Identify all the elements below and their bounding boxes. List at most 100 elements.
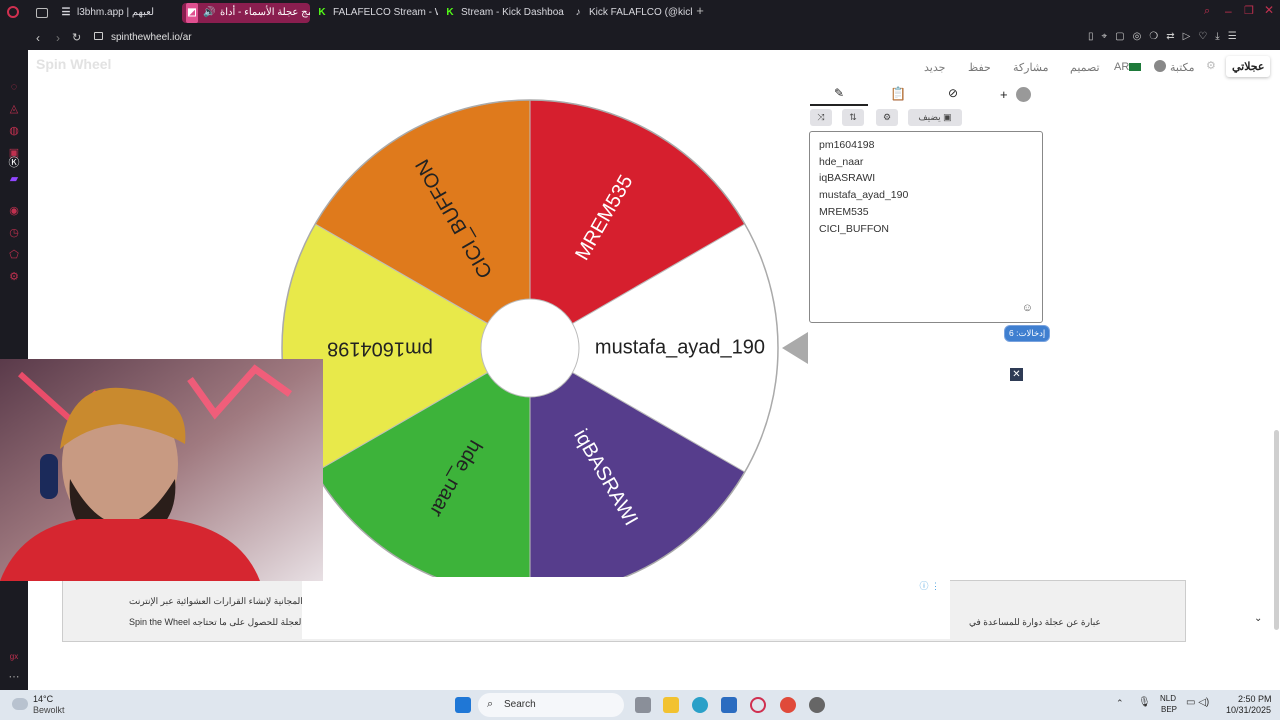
site-logo[interactable]: Spin Wheel [36, 56, 111, 72]
entry-line: iqBASRAWI [819, 172, 876, 185]
tab-kick-tiktok[interactable]: ♪Kick FALAFLCO (@kick_fa [568, 3, 693, 23]
scroll-down-icon[interactable]: ⌄ [1254, 613, 1262, 624]
shuffle-button[interactable]: ⤨ [810, 109, 832, 126]
new-wheel-link[interactable]: جديد [924, 61, 945, 74]
wheel-segment-label: mustafa_ayad_190 [595, 336, 765, 358]
tab-falafelco-stream[interactable]: K FALAFELCO Stream - Wa [312, 3, 438, 23]
address-bar: ‹ › ↻ spinthewheel.io/ar ▯⌖▢◎❍⇄▷♡⤓☰ [0, 26, 1280, 50]
history-icon[interactable]: ◷ [7, 226, 21, 240]
entry-line: hde_naar [819, 155, 864, 168]
edit-tab-icon[interactable]: ✎ [810, 86, 868, 106]
workspaces-icon[interactable] [36, 8, 48, 18]
microphone-icon[interactable]: 🎙 [1138, 697, 1151, 708]
edge-icon[interactable] [692, 697, 708, 713]
weather-temperature[interactable]: 14°C [33, 694, 53, 704]
wheel-pointer [782, 332, 808, 364]
page-scrollbar[interactable] [1274, 430, 1279, 630]
file-explorer-icon[interactable] [663, 697, 679, 713]
share-link[interactable]: مشاركة [1013, 61, 1049, 74]
settings-icon[interactable]: ⚙ [7, 270, 21, 284]
results-tab-icon[interactable]: 📋 [890, 86, 906, 102]
gx-icon[interactable]: gx [7, 650, 21, 664]
toolbar-icons[interactable]: ▯⌖▢◎❍⇄▷♡⤓☰ [1088, 31, 1245, 42]
wheel-center-hub[interactable] [480, 298, 580, 398]
windows-taskbar: 14°C Bewolkt ⌕ Search ⌃ 🎙 NLD BEP ▭ ◁) 2… [0, 690, 1280, 720]
tray-chevron-icon[interactable]: ⌃ [1116, 698, 1124, 709]
search-tabs-icon[interactable]: ⌕ [1204, 5, 1210, 18]
entry-line: pm1604198 [819, 139, 875, 151]
kick-icon: K [318, 7, 326, 18]
clock-time[interactable]: 2:50 PM [1238, 694, 1272, 704]
save-link[interactable]: حفظ [968, 61, 991, 74]
footer-line-3: عبارة عن عجلة دوارة للمساعدة في [969, 617, 1101, 627]
start-button-icon[interactable] [455, 697, 471, 713]
design-link[interactable]: تصميم [1070, 61, 1100, 74]
site-favicon-icon: ◩ [186, 3, 198, 23]
sort-button[interactable]: ⇅ [842, 109, 864, 126]
forward-icon[interactable]: › [56, 31, 60, 45]
tab-kick-dashboard[interactable]: K Stream - Kick Dashboard [440, 3, 564, 23]
entries-textarea[interactable]: pm1604198 hde_naar iqBASRAWI mustafa_aya… [809, 131, 1043, 323]
add-wheel-button[interactable]: + [1000, 87, 1008, 102]
tiktok-icon: ♪ [575, 7, 581, 18]
tab-spinthewheel[interactable]: ◩🔊برنامج عجلة الأسماء - أداة [182, 3, 310, 23]
twitch-icon[interactable]: ▰ [7, 172, 21, 186]
close-window-button[interactable]: ✕ [1264, 3, 1274, 17]
library-avatar-icon [1154, 60, 1166, 72]
back-icon[interactable]: ‹ [36, 31, 40, 45]
crypto-wallet-icon[interactable]: ◬ [7, 102, 21, 116]
task-view-icon[interactable] [635, 697, 651, 713]
entries-count-badge: إدخالات: 6 [1004, 325, 1051, 342]
streamer-webcam-image [0, 359, 323, 581]
app-icon[interactable] [809, 697, 825, 713]
messenger-icon[interactable]: ◍ [7, 124, 21, 138]
webcam-overlay [0, 359, 323, 581]
spin-wheel[interactable]: mustafa_ayad_190iqBASRAWIhde_naarpm16041… [250, 68, 810, 628]
tab-bar: ☰l3bhm.app | لعبهم ◩🔊برنامج عجلة الأسماء… [0, 0, 1280, 26]
search-icon: ⌕ [487, 698, 494, 710]
emoji-icon[interactable]: ☺ [1022, 302, 1033, 314]
flag-icon [1129, 63, 1141, 71]
chrome-icon[interactable] [780, 697, 796, 713]
new-tab-button[interactable]: + [694, 4, 706, 17]
player-icon[interactable]: ◉ [7, 204, 21, 218]
entry-line: MREM535 [819, 205, 869, 218]
speaker-icon[interactable]: 🔊 [203, 3, 215, 23]
kick-sidebar-icon[interactable]: Ⓚ [7, 156, 21, 170]
language-top[interactable]: NLD [1160, 694, 1176, 703]
reload-icon[interactable]: ↻ [72, 31, 81, 44]
weather-condition[interactable]: Bewolkt [33, 705, 65, 715]
add-image-button[interactable]: يضيف ▣ [908, 109, 962, 126]
pinboard-icon[interactable]: ⬠ [7, 248, 21, 262]
close-ad-button[interactable]: ✕ [1010, 368, 1023, 381]
entry-line: CICI_BUFFON [819, 222, 890, 235]
maximize-button[interactable]: ❐ [1244, 4, 1254, 17]
more-icon[interactable]: ⋯ [7, 670, 21, 684]
advanced-settings-button[interactable]: ⚙ [876, 109, 898, 126]
kick-icon: K [446, 7, 454, 18]
advertisement[interactable]: ⓘ ⋮ [302, 577, 950, 639]
tab-l3bhm[interactable]: ☰ l3bhm.app | لعبهم [56, 3, 178, 23]
weather-icon[interactable] [12, 698, 28, 710]
minimize-button[interactable]: – [1225, 4, 1232, 18]
opera-gx-taskbar-icon[interactable] [750, 697, 766, 713]
hide-icon[interactable]: ⊘ [948, 86, 958, 100]
clock-date[interactable]: 10/31/2025 [1226, 705, 1271, 715]
lock-icon [94, 32, 103, 40]
wheel-avatar-icon [1016, 87, 1031, 102]
l3bhm-icon: ☰ [61, 7, 71, 18]
url-text[interactable]: spinthewheel.io/ar [111, 32, 192, 43]
wheel-segment-label: pm1604198 [327, 338, 433, 360]
taskbar-search[interactable]: ⌕ Search [478, 693, 624, 717]
library-link[interactable]: مكتبة [1170, 61, 1195, 74]
store-icon[interactable] [721, 697, 737, 713]
language-bottom[interactable]: BEP [1161, 705, 1177, 714]
opera-logo-icon[interactable] [7, 6, 19, 18]
settings-gear-icon[interactable]: ⚙ [1206, 59, 1216, 72]
network-volume-icons[interactable]: ▭ ◁) [1186, 697, 1209, 708]
image-icon: ▣ [943, 112, 952, 122]
ad-info-icon[interactable]: ⓘ ⋮ [919, 579, 940, 592]
language-selector[interactable]: AR [1114, 61, 1129, 73]
my-wheels-button[interactable]: عجلاتي [1226, 56, 1271, 77]
aria-icon[interactable]: ◌ [7, 80, 21, 94]
